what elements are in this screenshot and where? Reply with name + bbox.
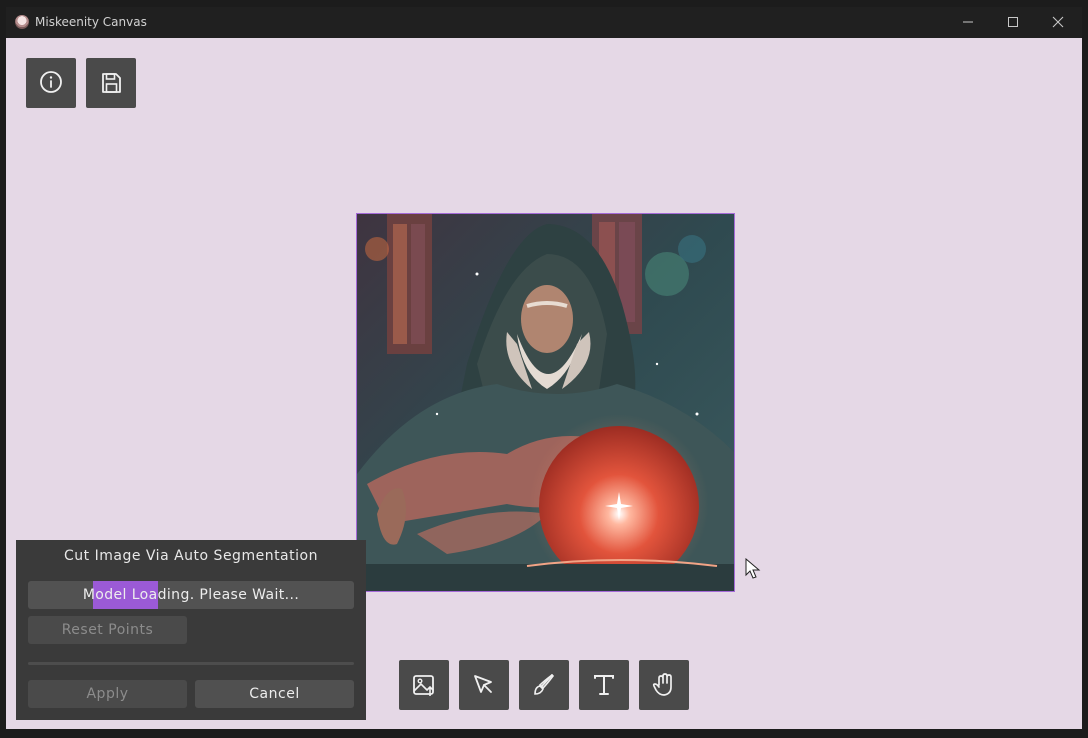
text-button[interactable]: [579, 660, 629, 710]
status-text: Model Loading. Please Wait...: [82, 587, 300, 603]
cancel-button[interactable]: Cancel: [195, 680, 354, 708]
info-icon: [40, 71, 62, 93]
apply-button[interactable]: Apply: [28, 680, 187, 708]
wizard-illustration: [357, 214, 734, 591]
brush-icon: [534, 673, 555, 695]
window-titlebar: Miskeenity Canvas: [6, 7, 1082, 38]
canvas-image[interactable]: [356, 213, 735, 592]
maximize-icon: [1008, 17, 1018, 27]
minimize-icon: [963, 21, 973, 23]
mouse-cursor-icon: [745, 558, 761, 579]
model-loading-status: Model Loading. Please Wait...: [28, 581, 354, 609]
app-logo-icon: [15, 15, 29, 29]
canvas-area[interactable]: Cut Image Via Auto Segmentation Model Lo…: [6, 38, 1082, 729]
window-title: Miskeenity Canvas: [35, 15, 147, 29]
close-icon: [1052, 16, 1064, 28]
add-image-button[interactable]: [399, 660, 449, 710]
minimize-button[interactable]: [946, 7, 991, 38]
text-icon: [594, 675, 614, 695]
brush-button[interactable]: [519, 660, 569, 710]
save-button[interactable]: [86, 58, 136, 108]
select-button[interactable]: [459, 660, 509, 710]
save-icon: [102, 73, 121, 93]
panel-divider: [28, 662, 354, 665]
hand-icon: [652, 673, 672, 696]
pan-button[interactable]: [639, 660, 689, 710]
image-add-icon: [413, 675, 435, 696]
close-button[interactable]: [1036, 7, 1081, 38]
panel-title: Cut Image Via Auto Segmentation: [64, 548, 318, 564]
segmentation-panel: Cut Image Via Auto Segmentation Model Lo…: [16, 540, 366, 720]
pointer-icon: [474, 675, 492, 693]
info-button[interactable]: [26, 58, 76, 108]
maximize-button[interactable]: [991, 7, 1036, 38]
reset-points-button[interactable]: Reset Points: [28, 616, 187, 644]
